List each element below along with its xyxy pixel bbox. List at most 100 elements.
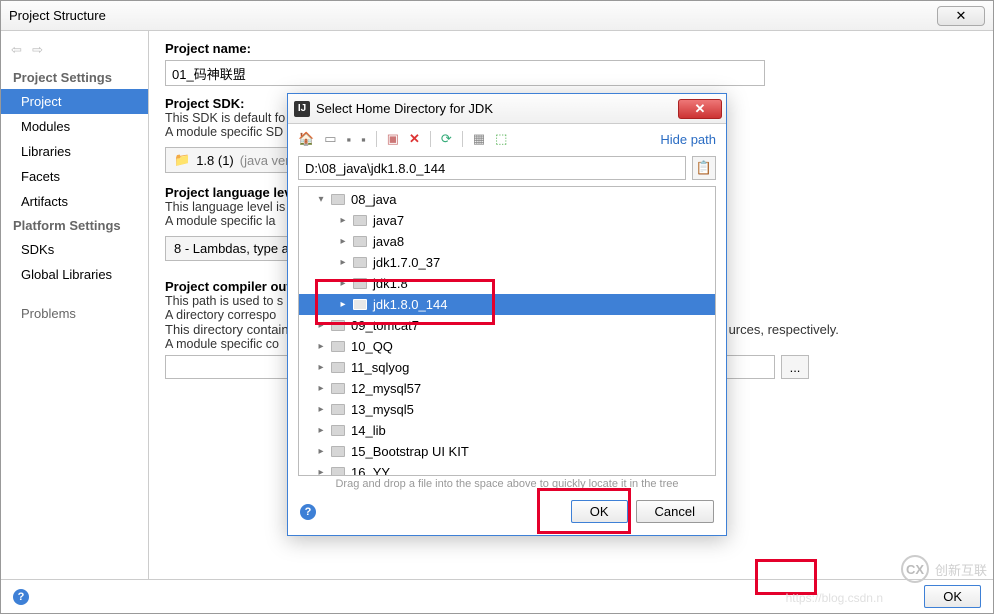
tree-label: 10_QQ — [351, 339, 393, 354]
twisty-icon[interactable]: ▸ — [317, 404, 325, 415]
sidebar-item-problems[interactable]: Problems — [1, 301, 148, 326]
sidebar-item-facets[interactable]: Facets — [1, 164, 148, 189]
history-button[interactable]: 📋 — [692, 156, 716, 180]
dialog-titlebar: IJ Select Home Directory for JDK ✕ — [288, 94, 726, 124]
sidebar-item-modules[interactable]: Modules — [1, 114, 148, 139]
folder-icon — [353, 278, 367, 289]
nav-forward-icon[interactable]: ⇨ — [32, 42, 43, 57]
hide-path-link[interactable]: Hide path — [660, 132, 716, 147]
nav-back-icon[interactable]: ⇦ — [11, 42, 22, 57]
tree-row[interactable]: ▸ jdk1.8.0_144 — [299, 294, 715, 315]
intellij-icon: IJ — [294, 101, 310, 117]
tree-row[interactable]: ▸ jdk1.8 — [299, 273, 715, 294]
folder-icon — [331, 446, 345, 457]
tree-label: 08_java — [351, 192, 397, 207]
tree-row[interactable]: ▸ 11_sqlyog — [299, 357, 715, 378]
show-hidden-icon[interactable]: ▦ — [473, 131, 485, 147]
dialog-close-button[interactable]: ✕ — [678, 99, 722, 119]
folder-icon — [353, 215, 367, 226]
module-icon[interactable]: ▪ — [346, 132, 351, 147]
tree-row[interactable]: ▸java7 — [299, 210, 715, 231]
twisty-icon[interactable]: ▸ — [317, 467, 325, 476]
home-icon[interactable]: 🏠 — [298, 131, 314, 147]
tree-label: 13_mysql5 — [351, 402, 414, 417]
project-name-input[interactable]: 01_码神联盟 — [165, 60, 765, 86]
tree-row[interactable]: ▸ 14_lib — [299, 420, 715, 441]
project-name-label: Project name: — [165, 41, 977, 56]
tree-row[interactable]: ▸ 09_tomcat7 — [299, 315, 715, 336]
twisty-icon[interactable]: ▸ — [317, 425, 325, 436]
tree-row[interactable]: ▸ 12_mysql57 — [299, 378, 715, 399]
window-close-button[interactable]: ✕ — [937, 6, 985, 26]
folder-icon — [353, 257, 367, 268]
tree-label: jdk1.7.0_37 — [373, 255, 440, 270]
twisty-icon[interactable]: ▸ — [339, 278, 347, 289]
dialog-toolbar: 🏠 ▭ ▪ ▪ ▣ ✕ ⟳ ▦ ⬚ Hide path — [288, 124, 726, 154]
footer: ? OK — [1, 579, 993, 613]
twisty-icon[interactable]: ▸ — [339, 236, 347, 247]
tree-row[interactable]: ▸ 15_Bootstrap UI KIT — [299, 441, 715, 462]
twisty-icon[interactable]: ▸ — [317, 446, 325, 457]
sidebar-item-libraries[interactable]: Libraries — [1, 139, 148, 164]
folder-icon — [331, 467, 345, 476]
tree-label: java8 — [373, 234, 404, 249]
folder-icon — [331, 362, 345, 373]
twisty-icon[interactable]: ▸ — [317, 383, 325, 394]
help-icon[interactable]: ? — [13, 589, 29, 605]
twisty-icon[interactable]: ▸ — [317, 362, 325, 373]
tree-label: 09_tomcat7 — [351, 318, 419, 333]
tree-row[interactable]: ▸ 10_QQ — [299, 336, 715, 357]
directory-tree[interactable]: ▾08_java▸java7▸java8▸jdk1.7.0_37▸jdk1.8▸… — [298, 186, 716, 476]
delete-icon[interactable]: ✕ — [409, 131, 420, 147]
titlebar: Project Structure ✕ — [1, 1, 993, 31]
twisty-icon[interactable]: ▸ — [339, 257, 347, 268]
content-root-icon[interactable]: ▪ — [361, 132, 366, 147]
new-folder-icon[interactable]: ▣ — [387, 131, 399, 147]
tree-label: 14_lib — [351, 423, 386, 438]
twisty-icon[interactable]: ▸ — [317, 341, 325, 352]
browse-button[interactable]: ... — [781, 355, 809, 379]
tree-row[interactable]: ▾ 08_java — [299, 189, 715, 210]
dialog-ok-button[interactable]: OK — [571, 500, 628, 523]
twisty-icon[interactable]: ▸ — [339, 215, 347, 226]
folder-icon — [353, 236, 367, 247]
twisty-icon[interactable]: ▸ — [339, 299, 347, 310]
tree-row[interactable]: ▸ java8 — [299, 231, 715, 252]
sidebar-item-artifacts[interactable]: Artifacts — [1, 189, 148, 214]
folder-icon — [331, 341, 345, 352]
sidebar-heading-project: Project Settings — [1, 66, 148, 89]
project-icon[interactable]: ▭ — [324, 131, 336, 147]
window-title: Project Structure — [9, 8, 106, 23]
sidebar-item-global-libraries[interactable]: Global Libraries — [1, 262, 148, 287]
tree-row[interactable]: ▸ jdk1.7.0_37 — [299, 252, 715, 273]
dialog-cancel-button[interactable]: Cancel — [636, 500, 714, 523]
refresh-icon[interactable]: ⟳ — [441, 131, 452, 147]
tree-label: jdk1.8 — [373, 276, 408, 291]
project-structure-window: Project Structure ✕ ⇦ ⇨ Project Settings… — [0, 0, 994, 614]
dialog-title: Select Home Directory for JDK — [316, 101, 493, 116]
ok-button-main[interactable]: OK — [924, 585, 981, 608]
folder-icon — [331, 194, 345, 205]
tree-label: 11_sqlyog — [351, 360, 409, 375]
tree-row[interactable]: ▸ 16_YY — [299, 462, 715, 476]
path-input[interactable]: D:\08_java\jdk1.8.0_144 — [298, 156, 686, 180]
tree-label: 12_mysql57 — [351, 381, 421, 396]
tree-label: jdk1.8.0_144 — [373, 297, 447, 312]
folder-icon: 📁 — [174, 152, 190, 168]
twisty-icon[interactable]: ▾ — [317, 194, 325, 205]
sidebar-item-sdks[interactable]: SDKs — [1, 237, 148, 262]
sidebar-heading-platform: Platform Settings — [1, 214, 148, 237]
tree-label: 16_YY — [351, 465, 390, 476]
sidebar: ⇦ ⇨ Project Settings Project Modules Lib… — [1, 31, 149, 579]
twisty-icon[interactable]: ▸ — [317, 320, 325, 331]
sidebar-item-project[interactable]: Project — [1, 89, 148, 114]
tree-row[interactable]: ▸ 13_mysql5 — [299, 399, 715, 420]
folder-icon — [331, 320, 345, 331]
dialog-help-icon[interactable]: ? — [300, 504, 316, 520]
folder-icon — [353, 299, 367, 310]
tree-label: 15_Bootstrap UI KIT — [351, 444, 469, 459]
expand-icon[interactable]: ⬚ — [495, 131, 507, 147]
folder-icon — [331, 383, 345, 394]
folder-icon — [331, 404, 345, 415]
select-jdk-dialog: IJ Select Home Directory for JDK ✕ 🏠 ▭ ▪… — [287, 93, 727, 536]
